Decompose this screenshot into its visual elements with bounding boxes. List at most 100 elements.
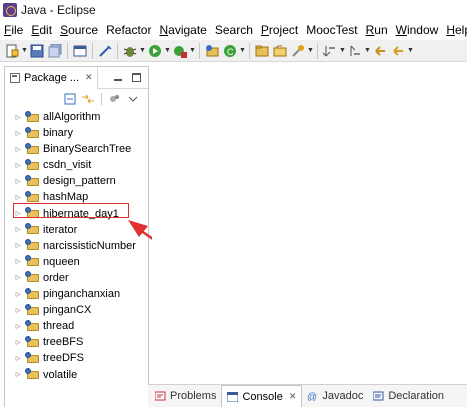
tab-problems[interactable]: Problems — [150, 386, 221, 406]
toggle-breadcrumb-icon[interactable] — [97, 43, 113, 59]
last-edit-location-icon[interactable] — [372, 43, 388, 59]
java-project-icon — [25, 126, 39, 139]
expand-icon[interactable]: ▷ — [13, 307, 23, 314]
menu-edit-rest: dit — [39, 23, 53, 37]
view-controls — [112, 71, 142, 83]
expand-icon[interactable]: ▷ — [13, 114, 23, 121]
tree-item-narcissisticnumber[interactable]: ▷ narcissisticNumber — [13, 238, 148, 254]
previous-annotation-icon[interactable] — [347, 43, 363, 59]
expand-icon[interactable]: ▷ — [13, 291, 23, 298]
title-bar: Java - Eclipse — [0, 0, 467, 20]
expand-icon[interactable]: ▷ — [13, 355, 23, 362]
link-with-editor-icon[interactable] — [81, 92, 95, 106]
menu-help[interactable]: Help — [442, 23, 467, 37]
tree-item-thread[interactable]: ▷ thread — [13, 318, 148, 334]
open-console-icon[interactable] — [72, 43, 88, 59]
tree-item-binarysearchtree[interactable]: ▷ BinarySearchTree — [13, 141, 148, 157]
close-icon[interactable]: ✕ — [85, 72, 93, 83]
search-icon[interactable] — [290, 43, 306, 59]
expand-icon[interactable]: ▷ — [13, 162, 23, 169]
collapse-all-icon[interactable] — [63, 92, 77, 106]
search-dropdown-icon[interactable]: ▼ — [307, 43, 314, 59]
expand-icon[interactable]: ▷ — [13, 146, 23, 153]
toolbar-separator — [101, 93, 102, 105]
expand-icon[interactable]: ▷ — [13, 274, 23, 281]
debug-dropdown-icon[interactable]: ▼ — [139, 43, 146, 59]
new-class-icon[interactable]: C — [222, 43, 238, 59]
java-project-icon — [25, 255, 39, 267]
new-class-dropdown-icon[interactable]: ▼ — [239, 43, 246, 59]
maximize-view-button[interactable] — [130, 71, 142, 83]
menu-navigate[interactable]: Navigate — [155, 23, 210, 37]
menu-file[interactable]: File — [0, 23, 27, 37]
next-annotation-dropdown-icon[interactable]: ▼ — [339, 43, 346, 59]
tree-item-treebfs[interactable]: ▷ treeBFS — [13, 334, 148, 350]
save-icon[interactable] — [29, 43, 45, 59]
toolbar-separator — [199, 42, 200, 59]
menu-edit[interactable]: Edit — [27, 23, 56, 37]
debug-icon[interactable] — [122, 43, 138, 59]
menu-mooctest[interactable]: MoocTest — [302, 23, 361, 37]
console-icon — [226, 391, 239, 402]
minimize-view-button[interactable] — [112, 71, 124, 83]
open-resource-icon[interactable] — [272, 43, 288, 59]
tree-item-nqueen[interactable]: ▷ nqueen — [13, 254, 148, 270]
new-icon[interactable] — [4, 43, 20, 59]
tree-item-allalgorithm[interactable]: ▷ allAlgorithm — [13, 109, 148, 125]
tree-item-binary[interactable]: ▷ binary — [13, 125, 148, 141]
tab-javadoc[interactable]: @ Javadoc — [302, 386, 368, 406]
tree-item-label: iterator — [43, 223, 78, 236]
menu-project-rest: roject — [268, 23, 299, 37]
tree-item-order[interactable]: ▷ order — [13, 270, 148, 286]
tab-declaration[interactable]: Declaration — [368, 386, 449, 406]
view-menu-icon[interactable] — [126, 92, 140, 106]
external-tools-icon[interactable] — [172, 43, 188, 59]
tab-package-explorer[interactable]: Package ... ✕ — [5, 66, 98, 89]
tab-console[interactable]: Console ✕ — [221, 385, 303, 407]
menu-refactor[interactable]: Refactor — [102, 23, 155, 37]
menu-project[interactable]: Project — [257, 23, 302, 37]
new-dropdown-icon[interactable]: ▼ — [21, 43, 28, 59]
expand-icon[interactable]: ▷ — [13, 226, 23, 233]
tree-item-label: order — [43, 271, 69, 284]
toolbar-separator — [117, 42, 118, 59]
problems-icon — [154, 391, 166, 401]
tree-item-volatile[interactable]: ▷ volatile — [13, 367, 148, 383]
menu-navigate-mnemonic: N — [159, 23, 169, 37]
menu-search[interactable]: Search — [211, 23, 257, 37]
tree-item-iterator[interactable]: ▷ iterator — [13, 222, 148, 238]
tree-item-design-pattern[interactable]: ▷ design_pattern — [13, 173, 148, 189]
menu-window[interactable]: Window — [392, 23, 443, 37]
save-all-icon[interactable] — [47, 43, 63, 59]
expand-icon[interactable]: ▷ — [13, 130, 23, 137]
menu-source[interactable]: Source — [56, 23, 102, 37]
next-annotation-icon[interactable] — [322, 43, 338, 59]
new-java-project-icon[interactable] — [204, 43, 220, 59]
expand-icon[interactable]: ▷ — [13, 258, 23, 265]
tree-item-pinganchanxian[interactable]: ▷ pinganchanxian — [13, 286, 148, 302]
project-tree: ▷ allAlgorithm ▷ binary ▷ BinarySearchTree … — [5, 109, 148, 383]
tree-item-csdn-visit[interactable]: ▷ csdn_visit — [13, 157, 148, 173]
run-icon[interactable] — [147, 43, 163, 59]
tree-item-pingancx[interactable]: ▷ pinganCX — [13, 302, 148, 318]
focus-on-active-task-icon[interactable] — [108, 92, 122, 106]
java-project-icon — [25, 239, 39, 251]
expand-icon[interactable]: ▷ — [13, 323, 23, 330]
menu-project-mnemonic: P — [260, 23, 269, 37]
back-icon[interactable] — [390, 43, 406, 59]
run-dropdown-icon[interactable]: ▼ — [164, 43, 171, 59]
close-icon[interactable]: ✕ — [289, 391, 297, 402]
expand-icon[interactable]: ▷ — [13, 242, 23, 249]
java-project-icon — [25, 287, 39, 300]
expand-icon[interactable]: ▷ — [13, 339, 23, 346]
expand-icon[interactable]: ▷ — [13, 371, 23, 378]
open-type-icon[interactable] — [254, 43, 270, 59]
menu-run[interactable]: Run — [362, 23, 392, 37]
previous-annotation-dropdown-icon[interactable]: ▼ — [364, 43, 371, 59]
external-tools-dropdown-icon[interactable]: ▼ — [189, 43, 196, 59]
expand-icon[interactable]: ▷ — [13, 178, 23, 185]
menu-run-mnemonic: R — [365, 23, 375, 37]
expand-icon[interactable]: ▷ — [13, 194, 23, 201]
tree-item-treedfs[interactable]: ▷ treeDFS — [13, 350, 148, 366]
back-dropdown-icon[interactable]: ▼ — [407, 43, 414, 59]
